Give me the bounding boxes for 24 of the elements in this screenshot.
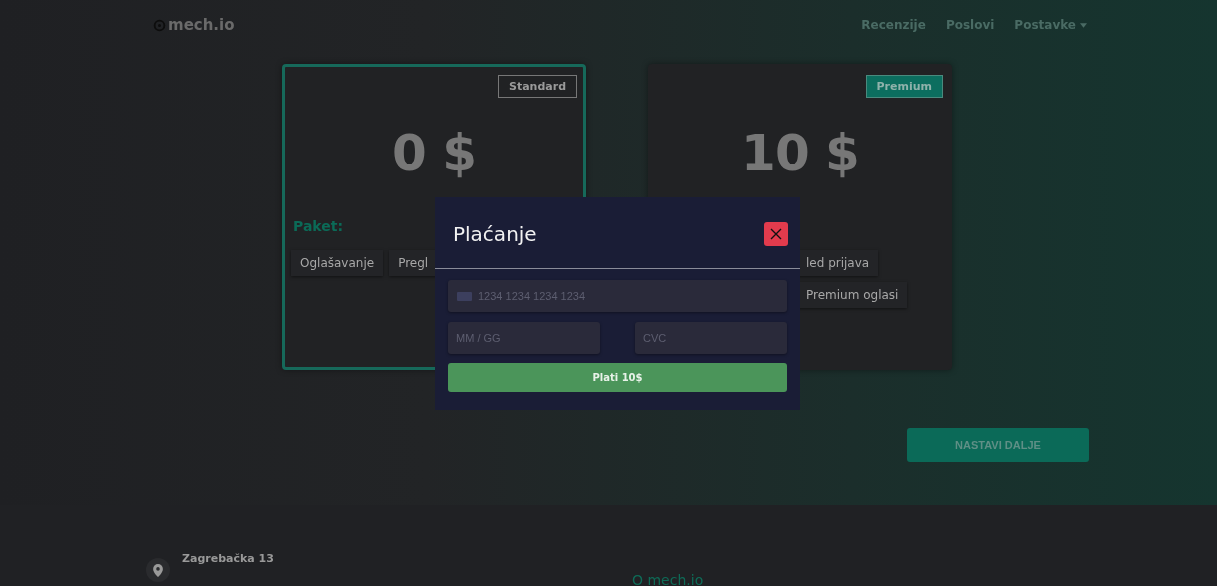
caret-icon — [1080, 22, 1087, 28]
plan-badge: Standard — [497, 75, 577, 98]
nav-link[interactable]: Poslovi — [945, 18, 995, 32]
nav-link[interactable]: Recenzije — [861, 18, 926, 32]
feature-tag: Pregl — [389, 250, 438, 276]
continue-button[interactable]: NASTAVI DALJE — [907, 428, 1089, 462]
address-text: Zagrebačka 13 — [182, 552, 274, 565]
logo-text[interactable]: mech.io — [168, 16, 235, 34]
close-button[interactable] — [764, 222, 788, 246]
feature-tag: Premium oglasi — [797, 282, 908, 308]
footer-heading: O mech.io — [632, 572, 704, 586]
dialog-title: Plaćanje — [453, 222, 537, 246]
card-icon — [457, 292, 472, 301]
package-label: Paket: — [292, 218, 344, 236]
feature-tag: led prijava — [797, 250, 879, 276]
pay-button[interactable]: Plati 10$ — [448, 363, 787, 392]
feature-tag: Oglašavanje — [291, 250, 384, 276]
price: 0 $ — [391, 124, 477, 182]
close-icon — [770, 228, 782, 240]
plan-badge: Premium — [865, 75, 943, 98]
dropdown-menu[interactable]: Postavke — [1014, 18, 1087, 32]
location-pin-icon — [146, 558, 170, 582]
price: 10 $ — [740, 124, 860, 182]
gear-icon — [152, 17, 167, 33]
